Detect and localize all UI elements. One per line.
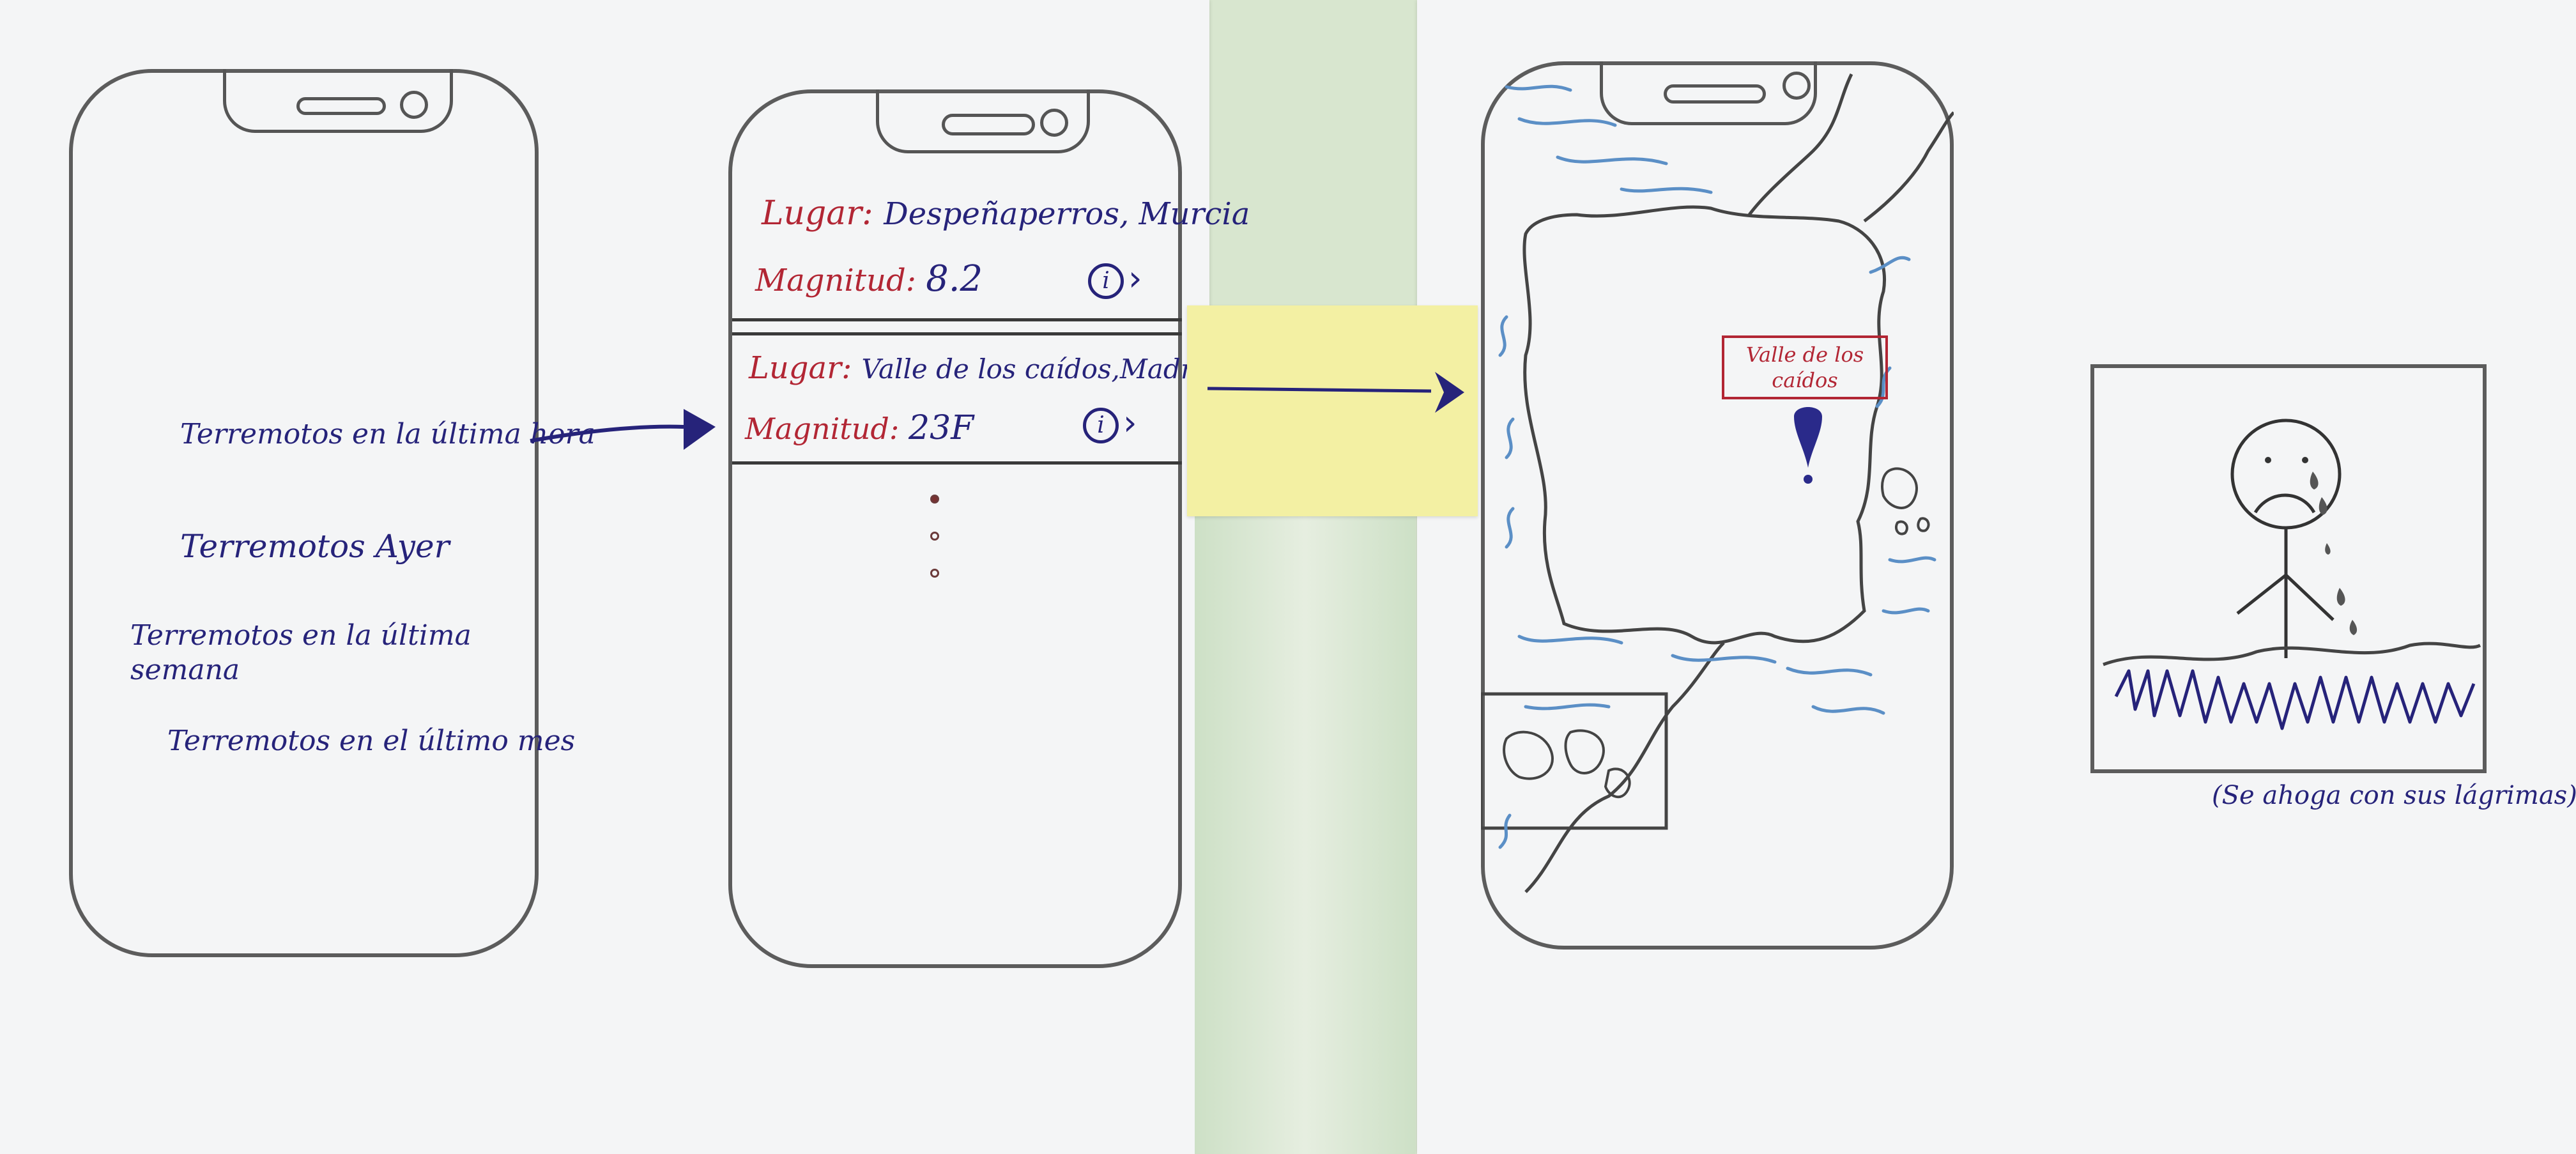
list-item[interactable]: Lugar: Despeñaperros, Murcia Magnitud: 8…	[735, 185, 1250, 319]
row-divider	[732, 318, 1182, 321]
row-divider	[732, 332, 1182, 335]
map-pin-icon[interactable]	[1789, 404, 1827, 487]
desk-gap	[1195, 511, 1415, 1154]
scene-caption: (Se ahoga con sus lágrimas)	[2212, 781, 2576, 810]
magnitude-label: Magnitud:	[755, 263, 916, 298]
info-circle-icon[interactable]: i	[1083, 408, 1119, 443]
magnitude-label: Magnitud:	[745, 412, 900, 446]
menu-item-last-month[interactable]: Terremotos en el último mes	[167, 725, 575, 757]
place-label: Lugar:	[749, 350, 852, 386]
magnitude-value: 23F	[908, 409, 974, 447]
menu-item-yesterday[interactable]: Terremotos Ayer	[180, 528, 450, 565]
camera-icon	[400, 91, 428, 119]
chevron-right-icon[interactable]: ›	[1123, 405, 1137, 441]
magnitude-value: 8.2	[926, 258, 983, 300]
speaker-icon	[296, 97, 386, 115]
sad-face-icon	[2103, 419, 2481, 730]
chevron-right-icon[interactable]: ›	[1128, 261, 1142, 296]
camera-icon	[1040, 109, 1068, 137]
map-illustration	[1481, 73, 1954, 893]
row-divider	[732, 461, 1182, 465]
place-value: Valle de los caídos,Madrid	[861, 353, 1220, 385]
flow-arrow-2	[1207, 372, 1464, 413]
info-circle-icon[interactable]: i	[1088, 263, 1124, 299]
menu-item-last-week[interactable]: Terremotos en la última semana	[130, 619, 488, 688]
place-label: Lugar:	[762, 194, 873, 233]
speaker-icon	[942, 114, 1035, 135]
list-item[interactable]: Lugar: Valle de los caídos,Madrid Magnit…	[735, 339, 1219, 466]
phone-screen-menu: Terremotos en la última hora Terremotos …	[69, 69, 595, 957]
flow-arrow-1	[530, 409, 716, 450]
place-value: Despeñaperros, Murcia	[884, 196, 1250, 232]
vertical-ellipsis-icon	[926, 492, 946, 581]
map-marker-label[interactable]: Valle de los caídos	[1722, 335, 1888, 399]
